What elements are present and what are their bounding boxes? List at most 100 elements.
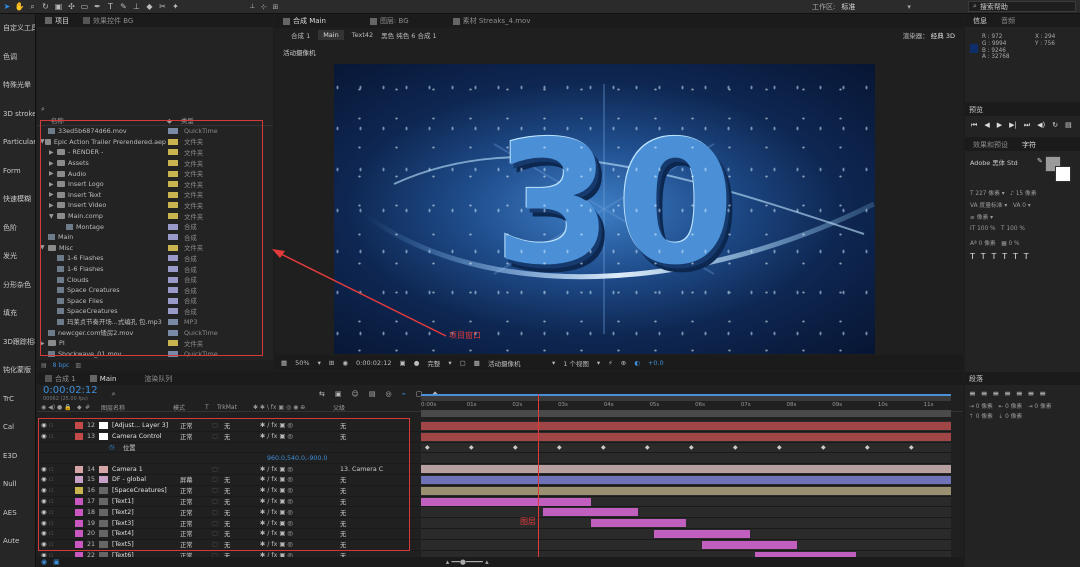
sidebar-item[interactable]: Aute — [0, 527, 35, 556]
tab-audio[interactable]: 音频 — [997, 16, 1019, 26]
frame-blending-icon[interactable]: ▤ — [369, 390, 376, 398]
project-search[interactable]: ⌕ — [37, 102, 273, 116]
space-row[interactable]: ⇡ 0 像素 ⇣ 0 像素 — [969, 412, 1080, 422]
kerning-row[interactable]: VA 度量标准 ▾ VA 0 ▾ — [970, 200, 1075, 212]
color-channel-icon[interactable]: ● — [414, 359, 420, 367]
search-icon[interactable]: ⌕ — [112, 390, 116, 399]
layer-duration-bar[interactable] — [421, 475, 951, 484]
layer-duration-bar[interactable] — [421, 432, 951, 441]
chevron-down-icon[interactable]: ▾ — [907, 3, 911, 11]
layer-duration-bar[interactable] — [421, 497, 591, 506]
time-ruler[interactable]: 0:00s 01s 02s 03s 04s 05s 06s 07s 08s 09s 10s 11s — [421, 394, 951, 419]
sidebar-item[interactable]: 钝化蒙版 — [0, 356, 35, 385]
align-buttons[interactable]: ≡≡≡≡≡≡≡ — [965, 385, 1080, 402]
fast-preview-icon[interactable]: ⚡ — [608, 359, 613, 367]
world-axis-icon[interactable]: ⊹ — [261, 3, 267, 11]
scale-row[interactable]: IT 100 % T 100 % — [970, 226, 1075, 238]
snapshot-icon[interactable]: ▣ — [400, 359, 406, 367]
breadcrumb-item-comp1[interactable]: 合成 1 — [291, 30, 310, 40]
grid-icon[interactable]: ▦ — [281, 359, 287, 367]
prev-frame-icon[interactable]: ◀ — [984, 121, 989, 129]
baseline-row[interactable]: Aª 0 像素 ▦ 0 % — [970, 238, 1075, 252]
sidebar-item[interactable]: 自定义工具 — [0, 14, 35, 43]
sidebar-item[interactable]: 发光 — [0, 242, 35, 271]
views-select[interactable]: 1 个视图 — [563, 358, 589, 368]
last-frame-icon[interactable]: ⏭ — [1024, 121, 1030, 130]
workspace-select[interactable]: 标准 — [841, 2, 901, 12]
exposure-value[interactable]: +0.0 — [648, 359, 664, 367]
toggle-modes-icon[interactable]: ▣ — [53, 558, 60, 566]
text-style-buttons[interactable]: TTTTTT — [970, 252, 1075, 264]
tab-layer[interactable]: 图层: BG — [366, 16, 413, 26]
transparency-icon[interactable]: ▩ — [474, 359, 480, 367]
search-help-input[interactable]: 搜索帮助 — [980, 2, 1008, 12]
trash-icon[interactable]: ▥ — [75, 362, 81, 369]
stroke-color-swatch[interactable] — [1055, 166, 1071, 182]
roto-tool-icon[interactable]: ✂ — [157, 0, 168, 13]
sidebar-item[interactable]: 色阶 — [0, 214, 35, 243]
tab-comp1[interactable]: 合成 1 — [41, 374, 80, 384]
layer-duration-bar[interactable] — [542, 508, 639, 517]
sidebar-item[interactable]: 3D跟踪相机 — [0, 328, 35, 357]
next-frame-icon[interactable]: ▶| — [1009, 121, 1017, 129]
layer-duration-bar[interactable] — [654, 529, 750, 538]
keyframe-icon[interactable]: ◆ — [645, 444, 650, 451]
tab-composition[interactable]: 合成 Main — [279, 16, 330, 26]
audio-icon[interactable]: ◀) — [1037, 121, 1045, 129]
keyframe-icon[interactable]: ◆ — [777, 444, 782, 451]
tab-info[interactable]: 信息 — [969, 16, 991, 26]
ram-preview-icon[interactable]: ▤ — [1065, 121, 1072, 129]
keyframe-icon[interactable]: ◆ — [557, 444, 562, 451]
sidebar-item[interactable]: 3D stroke — [0, 100, 35, 129]
layer-duration-bar[interactable] — [421, 422, 951, 430]
view-axis-icon[interactable]: ⊞ — [273, 3, 279, 11]
selection-tool-icon[interactable]: ➤ — [2, 0, 12, 13]
roi-icon[interactable]: ▢ — [460, 359, 466, 367]
sidebar-item[interactable]: E3D — [0, 442, 35, 471]
comp-mini-flow-icon[interactable]: ⇆ — [319, 390, 325, 398]
chevron-down-icon[interactable]: ▾ — [552, 359, 555, 367]
local-axis-icon[interactable]: ⟂ — [250, 2, 255, 11]
clone-tool-icon[interactable]: ⊥ — [131, 0, 142, 13]
pan-behind-tool-icon[interactable]: ✣ — [66, 0, 77, 13]
type-tool-icon[interactable]: T — [105, 0, 116, 13]
graph-editor-icon[interactable]: ⌁ — [402, 390, 406, 398]
keyframe-icon[interactable]: ◆ — [601, 444, 606, 451]
tab-character[interactable]: 字符 — [1018, 140, 1040, 150]
tab-render-queue[interactable]: 渲染队列 — [140, 374, 176, 384]
first-frame-icon[interactable]: ⏮ — [971, 121, 977, 130]
region-icon[interactable]: ⊞ — [329, 359, 334, 367]
tab-effects-presets[interactable]: 效果和预设 — [969, 140, 1012, 150]
sidebar-item[interactable]: Form — [0, 157, 35, 186]
composition-viewer[interactable]: 30 — [334, 64, 875, 354]
keyframe-icon[interactable]: ◆ — [821, 444, 826, 451]
breadcrumb-item-text42[interactable]: Text42 — [352, 31, 373, 39]
sidebar-item[interactable]: Particular — [0, 128, 35, 157]
view-camera-select[interactable]: 活动摄像机 — [488, 358, 544, 368]
keyframe-icon[interactable]: ◆ — [865, 444, 870, 451]
breadcrumb-item-main[interactable]: Main — [318, 30, 344, 40]
draft-3d-icon[interactable]: ▣ — [335, 390, 342, 398]
sidebar-item[interactable]: 色调 — [0, 43, 35, 72]
size-row[interactable]: T 227 像素 ▾ ♪ 15 像素 — [970, 188, 1075, 200]
sidebar-item[interactable]: 特殊光晕 — [0, 71, 35, 100]
timeline-timecode[interactable]: 0:00:02:12 — [43, 386, 98, 396]
folder-icon[interactable]: ▤ — [41, 362, 47, 369]
sidebar-item[interactable]: 快速模糊 — [0, 185, 35, 214]
flowchart-icon[interactable]: ⊕ — [621, 359, 626, 367]
search-help[interactable]: ⌕ 搜索帮助 — [968, 1, 1076, 12]
layer-duration-bar[interactable] — [701, 540, 798, 549]
chevron-down-icon[interactable]: ▾ — [597, 359, 600, 367]
hand-tool-icon[interactable]: ✋ — [14, 0, 25, 13]
puppet-tool-icon[interactable]: ✦ — [170, 0, 181, 13]
keyframe-icon[interactable]: ◆ — [733, 444, 738, 451]
play-icon[interactable]: ▶ — [997, 121, 1002, 129]
keyframe-icon[interactable]: ◆ — [469, 444, 474, 451]
brush-tool-icon[interactable]: ✎ — [118, 0, 129, 13]
breadcrumb-item-solid[interactable]: 黑色 纯色 6 合成 1 — [381, 30, 437, 40]
keyframe-icon[interactable]: ◆ — [689, 444, 694, 451]
layer-duration-bar[interactable] — [590, 519, 686, 528]
exposure-icon[interactable]: ◐ — [634, 359, 640, 367]
tab-project[interactable]: 项目 — [41, 16, 73, 26]
zoom-select[interactable]: 50% — [295, 359, 309, 367]
